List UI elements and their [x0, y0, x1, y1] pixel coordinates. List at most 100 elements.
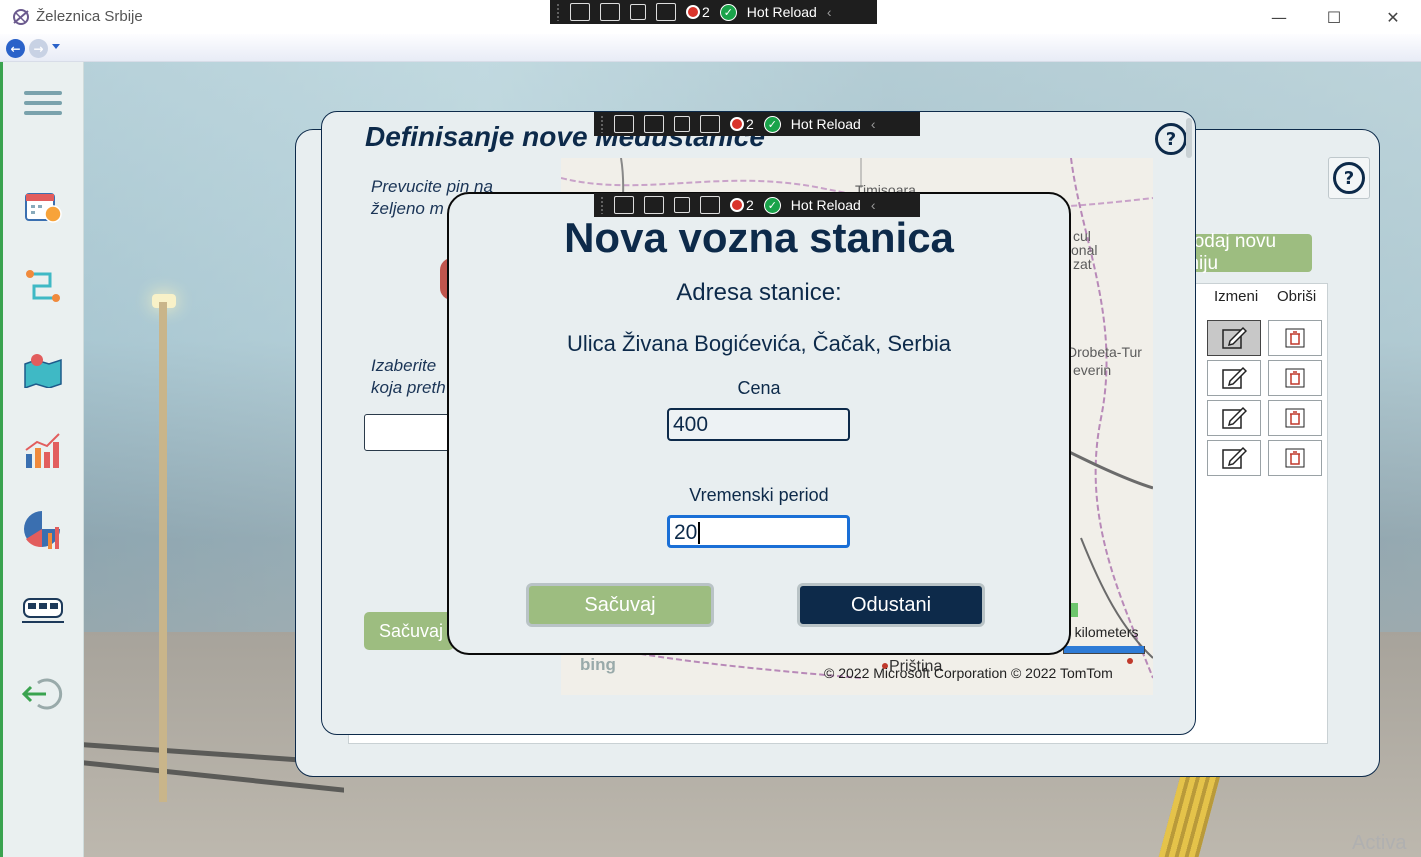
- delete-button[interactable]: [1268, 320, 1322, 356]
- close-button[interactable]: ✕: [1370, 0, 1416, 34]
- map-label-drobeta: Drobeta-Tur: [1067, 344, 1142, 360]
- trash-icon: [1285, 368, 1305, 388]
- forward-icon[interactable]: →: [29, 39, 48, 58]
- collapse-icon[interactable]: ‹: [871, 116, 876, 132]
- scrollbar[interactable]: [1186, 118, 1192, 158]
- hot-reload-toolbar: 2 ✓ Hot Reload ‹: [594, 112, 920, 136]
- select-element-icon[interactable]: [644, 115, 664, 133]
- hot-reload-label[interactable]: Hot Reload: [791, 197, 861, 213]
- station-address: Ulica Živana Bogićevića, Čačak, Serbia: [567, 331, 951, 356]
- price-input[interactable]: 400: [667, 408, 850, 441]
- map-scale-label: 0 kilometers: [1063, 624, 1139, 640]
- live-tree-icon[interactable]: [570, 3, 590, 21]
- minimize-button[interactable]: —: [1256, 0, 1302, 34]
- app-logo-icon: [13, 9, 29, 25]
- bing-logo: bing: [580, 655, 616, 674]
- navigation-bar: ← →: [0, 34, 1421, 62]
- hot-reload-label[interactable]: Hot Reload: [791, 116, 861, 132]
- error-icon: [686, 5, 700, 19]
- trash-icon: [1285, 448, 1305, 468]
- sidebar: [0, 62, 84, 857]
- text-caret: [698, 522, 701, 545]
- inner-save-button[interactable]: Sačuvaj: [364, 612, 454, 650]
- grip-icon[interactable]: [600, 115, 604, 133]
- error-count: 2: [746, 197, 754, 213]
- sidebar-accent: [0, 62, 3, 857]
- live-tree-icon[interactable]: [614, 115, 634, 133]
- price-value: 400: [673, 413, 709, 436]
- map-label: zat: [1073, 256, 1092, 272]
- station-address-heading: Adresa stanice:: [676, 279, 842, 306]
- edit-button[interactable]: [1207, 400, 1261, 436]
- display-layout-adorners-icon[interactable]: [674, 197, 690, 213]
- route-icon[interactable]: [22, 265, 64, 307]
- select-element-icon[interactable]: [600, 3, 620, 21]
- price-label: Cena: [737, 378, 781, 398]
- binding-errors[interactable]: 2: [730, 197, 754, 213]
- checkmark-icon: ✓: [763, 196, 781, 214]
- help-icon: ?: [1333, 162, 1365, 194]
- save-button[interactable]: Sačuvaj: [526, 583, 714, 627]
- display-layout-adorners-icon[interactable]: [674, 116, 690, 132]
- error-count: 2: [702, 4, 710, 20]
- column-header-delete: Obriši: [1277, 288, 1317, 305]
- time-period-value: 20: [674, 521, 698, 544]
- delete-button[interactable]: [1268, 440, 1322, 476]
- lamp-post: [159, 302, 167, 802]
- live-tree-icon[interactable]: [614, 196, 634, 214]
- delete-button[interactable]: [1268, 360, 1322, 396]
- help-button[interactable]: ?: [1328, 157, 1370, 199]
- collapse-icon[interactable]: ‹: [871, 197, 876, 213]
- city-dot: [1127, 658, 1133, 664]
- statistics-icon[interactable]: [22, 509, 64, 551]
- edit-button[interactable]: [1207, 320, 1261, 356]
- track-focus-icon[interactable]: [656, 3, 676, 21]
- hot-reload-label[interactable]: Hot Reload: [747, 4, 817, 20]
- dialog-title: Nova vozna stanica: [564, 214, 954, 261]
- track-focus-icon[interactable]: [700, 115, 720, 133]
- history-dropdown-icon[interactable]: [52, 44, 60, 49]
- edit-button[interactable]: [1207, 440, 1261, 476]
- hot-reload-toolbar: 2 ✓ Hot Reload ‹: [550, 0, 877, 24]
- grip-icon[interactable]: [600, 196, 604, 214]
- checkmark-icon: ✓: [763, 115, 781, 133]
- map-scale-bar: [1063, 646, 1145, 654]
- edit-button[interactable]: [1207, 360, 1261, 396]
- choose-previous-hint-line: koja preth: [371, 378, 446, 397]
- trash-icon: [1285, 328, 1305, 348]
- map-label-severin: everin: [1073, 362, 1112, 378]
- train-icon[interactable]: [22, 589, 64, 631]
- window-title: Železnica Srbije: [36, 8, 143, 25]
- map-copyright: © 2022 Microsoft Corporation © 2022 TomT…: [824, 665, 1113, 681]
- maximize-button[interactable]: ☐: [1311, 0, 1357, 34]
- choose-previous-hint-line: Izaberite: [371, 356, 437, 375]
- display-layout-adorners-icon[interactable]: [630, 4, 646, 20]
- delete-button[interactable]: [1268, 400, 1322, 436]
- add-line-button[interactable]: Dodaj novu liniju: [1180, 231, 1312, 274]
- track-focus-icon[interactable]: [700, 196, 720, 214]
- calendar-icon[interactable]: [22, 185, 64, 227]
- error-icon: [730, 198, 744, 212]
- collapse-icon[interactable]: ‹: [827, 4, 832, 20]
- edit-icon: [1222, 326, 1247, 349]
- grip-icon[interactable]: [556, 3, 560, 21]
- cancel-button[interactable]: Odustani: [797, 583, 985, 627]
- logout-icon[interactable]: [22, 673, 64, 715]
- edit-icon: [1222, 446, 1247, 469]
- activate-watermark: Activa: [1352, 832, 1407, 854]
- time-period-label: Vremenski period: [689, 485, 829, 505]
- previous-station-select[interactable]: [364, 414, 454, 451]
- error-count: 2: [746, 116, 754, 132]
- hamburger-menu-icon[interactable]: [22, 82, 64, 124]
- trash-icon: [1285, 408, 1305, 428]
- edit-icon: [1222, 406, 1247, 429]
- chart-icon[interactable]: [22, 429, 64, 471]
- choose-previous-hint: Izaberite koja preth: [371, 355, 446, 399]
- select-element-icon[interactable]: [644, 196, 664, 214]
- binding-errors[interactable]: 2: [730, 116, 754, 132]
- map-icon[interactable]: [22, 349, 64, 391]
- binding-errors[interactable]: 2: [686, 4, 710, 20]
- back-icon[interactable]: ←: [6, 39, 25, 58]
- time-period-input[interactable]: 20: [667, 515, 850, 548]
- column-header-edit: Izmeni: [1214, 288, 1259, 305]
